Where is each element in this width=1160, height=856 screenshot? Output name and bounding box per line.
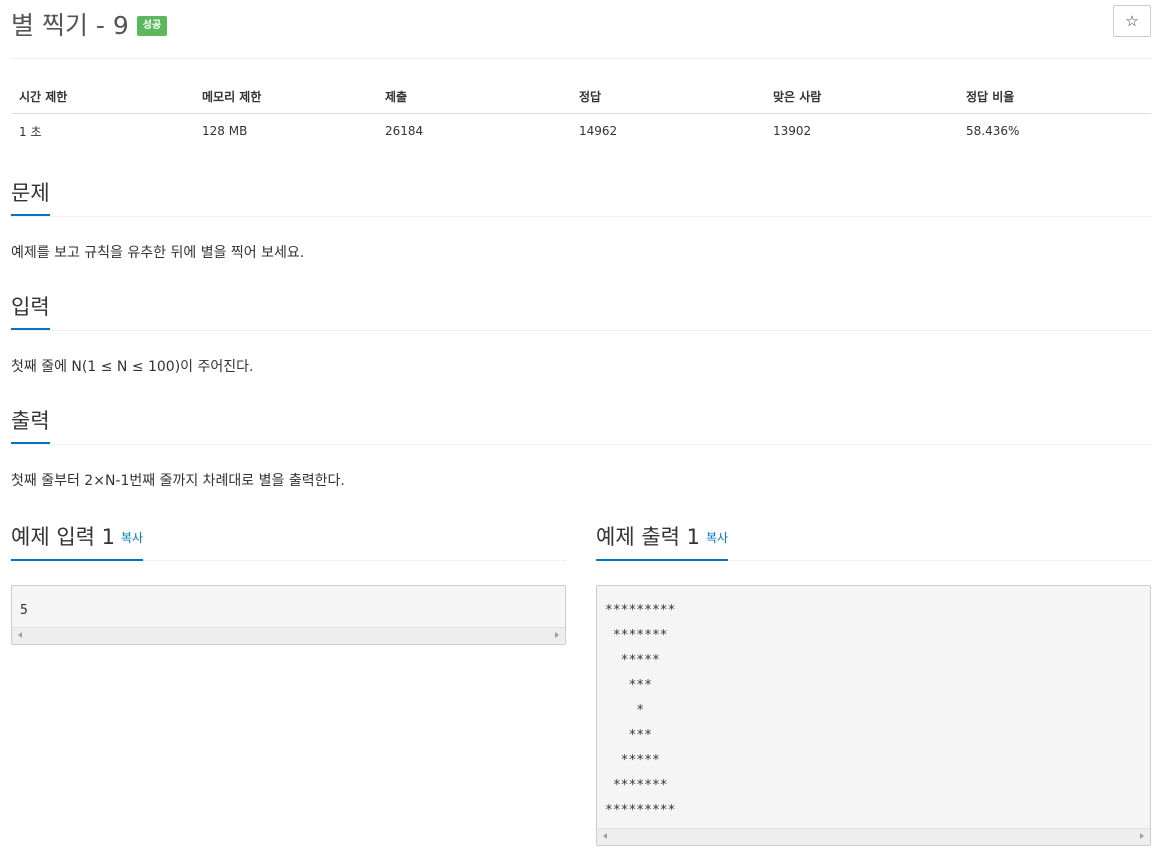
info-header-row: 시간 제한 메모리 제한 제출 정답 맞은 사람 정답 비율 [11,79,1151,114]
sample-output-box[interactable]: ********* ******* ***** *** * *** ***** … [596,585,1151,846]
info-header-solved-users: 맞은 사람 [765,79,958,114]
sample-output-header: 예제 출력 1 복사 [596,524,1151,561]
scroll-right-icon[interactable] [1140,833,1144,839]
input-section-title: 입력 [11,294,50,330]
info-value-time-limit: 1 초 [19,124,42,139]
problem-description: 예제를 보고 규칙을 유추한 뒤에 별을 찍어 보세요. [11,245,305,261]
info-header-time-limit: 시간 제한 [11,79,194,114]
sample-output-title: 예제 출력 1 복사 [596,524,729,561]
info-value-submissions: 26184 [385,124,424,138]
sample-input-scrollbar[interactable] [12,627,565,644]
info-value-solved-users: 13902 [773,124,812,138]
problem-section: 문제 예제를 보고 규칙을 유추한 뒤에 별을 찍어 보세요. [11,180,1151,263]
sample-output-scrollbar[interactable] [597,828,1150,845]
info-value-accepted: 14962 [579,124,618,138]
problem-section-title: 문제 [11,180,50,216]
sample-output-section: 예제 출력 1 복사 [596,524,1151,561]
info-header-accept-ratio: 정답 비율 [958,79,1151,114]
problem-info-table: 시간 제한 메모리 제한 제출 정답 맞은 사람 정답 비율 1 초 128 M… [11,79,1151,148]
output-section-title: 출력 [11,408,50,444]
sample-input-title: 예제 입력 1 복사 [11,524,144,561]
info-value-memory-limit: 128 MB [202,124,248,138]
info-header-memory-limit: 메모리 제한 [194,79,377,114]
input-section-header: 입력 [11,294,1151,331]
info-value-accept-ratio: 58.436% [966,124,1020,138]
info-header-accepted: 정답 [571,79,765,114]
scroll-left-icon[interactable] [603,833,607,839]
input-description: 첫째 줄에 N(1 ≤ N ≤ 100)이 주어진다. [11,359,254,375]
sample-output-content: ********* ******* ***** *** * *** ***** … [605,603,676,818]
sample-input-content: 5 [20,603,28,618]
problem-header: 별 찍기 - 9 성공 [11,4,168,44]
favorite-button[interactable]: ☆ [1113,5,1151,37]
info-value-row: 1 초 128 MB 26184 14962 13902 58.436% [11,114,1151,149]
info-header-submissions: 제출 [377,79,571,114]
copy-sample-input-link[interactable]: 복사 [121,531,143,545]
output-description: 첫째 줄부터 2×N-1번째 줄까지 차례대로 별을 출력한다. [11,473,345,489]
sample-input-section: 예제 입력 1 복사 [11,524,566,561]
output-section: 출력 첫째 줄부터 2×N-1번째 줄까지 차례대로 별을 출력한다. [11,408,1151,491]
sample-input-header: 예제 입력 1 복사 [11,524,566,561]
sample-input-title-text: 예제 입력 1 [11,525,115,549]
copy-sample-output-link[interactable]: 복사 [706,531,728,545]
output-section-header: 출력 [11,408,1151,445]
input-section: 입력 첫째 줄에 N(1 ≤ N ≤ 100)이 주어진다. [11,294,1151,377]
page-title: 별 찍기 - 9 [11,11,129,40]
star-icon: ☆ [1125,12,1139,30]
sample-input-box[interactable]: 5 [11,585,566,645]
problem-section-header: 문제 [11,180,1151,217]
status-badge: 성공 [136,16,168,36]
scroll-left-icon[interactable] [18,632,22,638]
scroll-right-icon[interactable] [555,632,559,638]
sample-output-title-text: 예제 출력 1 [596,525,700,549]
header-divider [11,58,1151,59]
